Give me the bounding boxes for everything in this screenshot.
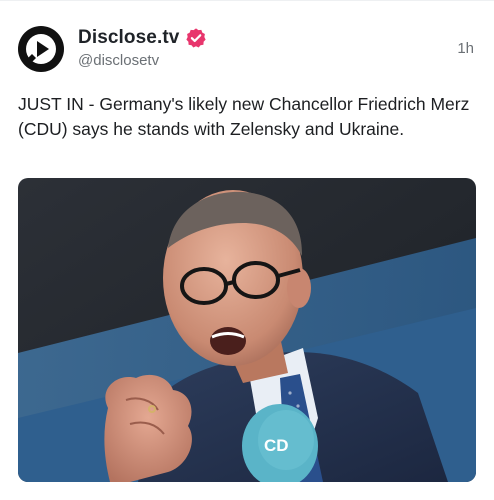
- microphone-label: CD: [264, 436, 289, 455]
- author-name[interactable]: Disclose.tv: [78, 27, 179, 49]
- author-avatar[interactable]: [18, 26, 64, 72]
- post-text: JUST IN - Germany's likely new Chancello…: [18, 94, 470, 139]
- play-logo-icon: [18, 26, 64, 72]
- post-timestamp[interactable]: 1h: [457, 40, 474, 57]
- post-photo: CD: [18, 178, 476, 482]
- verified-badge-icon: [186, 28, 207, 48]
- top-divider: [0, 0, 494, 1]
- post-image[interactable]: CD: [18, 178, 476, 482]
- author-name-row: Disclose.tv: [78, 27, 207, 49]
- author-handle[interactable]: @disclosetv: [78, 52, 159, 69]
